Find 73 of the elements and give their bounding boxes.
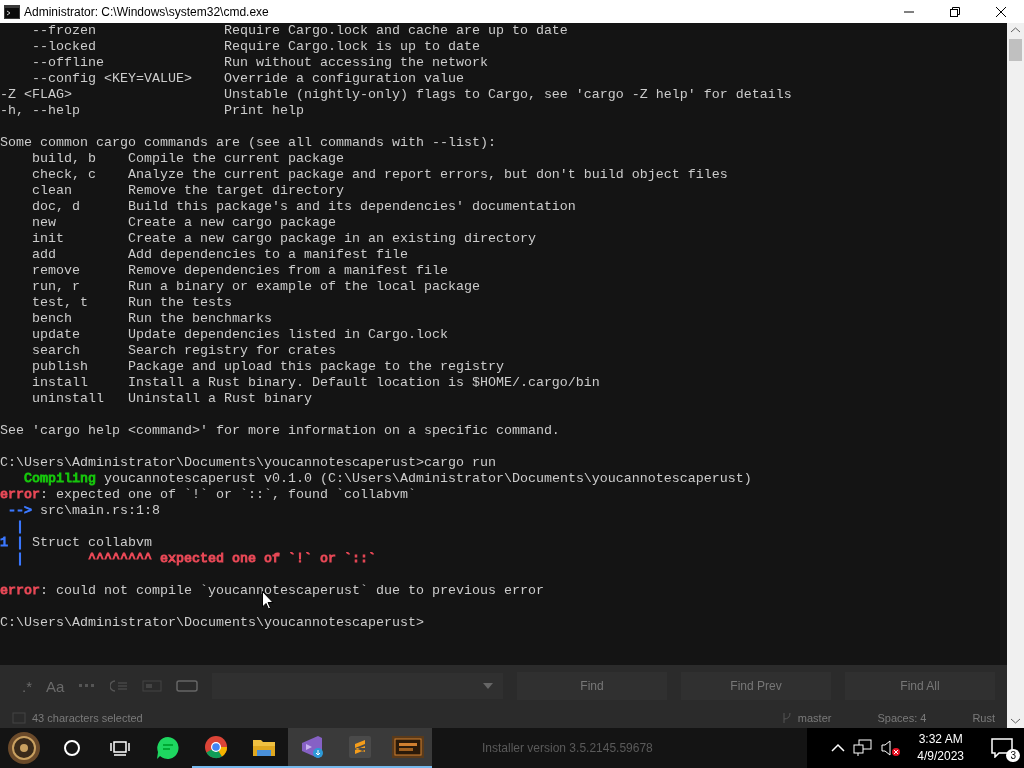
volume-muted-icon[interactable] bbox=[881, 739, 902, 757]
terminal-line: 1 | Struct collabvm bbox=[0, 535, 153, 551]
terminal-line: -h, --help Print help bbox=[0, 103, 305, 119]
terminal-line: publish Package and upload this package to the registry bbox=[31, 359, 505, 375]
syntax-status[interactable]: Rust bbox=[972, 711, 995, 724]
scroll-thumb[interactable] bbox=[1009, 39, 1022, 61]
message-icon bbox=[991, 738, 1013, 758]
terminal-line: Compiling youcannotescaperust v0.1.0 (C:\Users\Administrator\Documents\youcannotescaperust) bbox=[23, 471, 753, 487]
terminal-line: Some common cargo commands are (see all commands with --list): bbox=[0, 135, 497, 151]
terminal-line: install Install a Rust binary. Default location is $HOME/.cargo/bin bbox=[31, 375, 601, 391]
game-icon bbox=[391, 735, 425, 759]
terminal-line: error: expected one of `!` or `::`, found `collabvm` bbox=[0, 487, 417, 503]
find-button[interactable]: Find Prev bbox=[681, 672, 831, 700]
find-button[interactable]: Find bbox=[517, 672, 667, 700]
terminal-line: uninstall Uninstall a Rust binary bbox=[31, 391, 313, 407]
terminal-line: add Add dependencies to a manifest file bbox=[31, 247, 409, 263]
find-button[interactable]: Find All bbox=[845, 672, 995, 700]
folder-icon bbox=[252, 737, 276, 757]
terminal-line: C:\Users\Administrator\Documents\youcannotescaperust> bbox=[0, 615, 425, 631]
taskbar-button[interactable] bbox=[384, 728, 432, 768]
chat-bubble-icon bbox=[156, 736, 180, 760]
highlight-icon[interactable] bbox=[176, 680, 199, 692]
terminal-line: check, c Analyze the current package and report errors, but don't build object files bbox=[31, 167, 729, 183]
text-editor-icon bbox=[348, 735, 372, 759]
clock[interactable]: 3:32 AM 4/9/2023 bbox=[909, 731, 972, 765]
clock-time: 3:32 AM bbox=[918, 731, 963, 748]
terminal-line: See 'cargo help <command>' for more information on a specific command. bbox=[0, 423, 561, 439]
installer-version-text: Installer version 3.5.2145.59678 bbox=[482, 741, 653, 755]
editor-icon bbox=[300, 735, 324, 759]
find-input-field[interactable] bbox=[212, 673, 503, 699]
notification-center-button[interactable]: 3 bbox=[980, 728, 1024, 768]
chevron-up-icon[interactable] bbox=[831, 743, 846, 753]
terminal-line: --> src\main.rs:1:8 bbox=[7, 503, 161, 519]
terminal-line: error: could not compile `youcannotescaperust` due to previous error bbox=[0, 583, 545, 599]
search-icon bbox=[63, 739, 81, 757]
clock-date: 4/9/2023 bbox=[917, 748, 964, 765]
terminal-line: C:\Users\Administrator\Documents\youcannotescaperust>cargo run bbox=[0, 455, 497, 471]
regex-toggle[interactable]: .* bbox=[22, 677, 32, 695]
terminal-line: remove Remove dependencies from a manifest file bbox=[31, 263, 449, 279]
terminal-line: -Z <FLAG> Unstable (nightly-only) flags to Cargo, see 'cargo -Z help' for details bbox=[0, 87, 793, 103]
terminal-line: init Create a new cargo package in an existing directory bbox=[31, 231, 537, 247]
terminal-line: --frozen Require Cargo.lock and cache are up to date bbox=[31, 23, 569, 39]
terminal-line: clean Remove the target directory bbox=[31, 183, 345, 199]
restore-icon bbox=[949, 5, 961, 18]
dropdown-icon[interactable] bbox=[483, 683, 493, 689]
branch-icon[interactable] bbox=[781, 711, 792, 724]
taskbar-button[interactable] bbox=[288, 728, 336, 768]
network-icon[interactable] bbox=[853, 739, 874, 757]
terminal-line: run, r Run a binary or example of the local package bbox=[31, 279, 481, 295]
terminal-line: | bbox=[15, 519, 25, 535]
scrollbar[interactable] bbox=[1007, 23, 1024, 728]
terminal-line: test, t Run the tests bbox=[31, 295, 233, 311]
terminal-line: build, b Compile the current package bbox=[31, 151, 345, 167]
wrap-icon[interactable] bbox=[110, 680, 129, 692]
terminal-line: | ^^^^^^^^ expected one of `!` or `::` bbox=[15, 551, 377, 567]
browser-icon bbox=[204, 735, 228, 759]
indentation-status[interactable]: Spaces: 4 bbox=[877, 711, 927, 724]
task-view-icon bbox=[110, 739, 130, 757]
close-icon bbox=[995, 5, 1007, 18]
notification-count: 3 bbox=[1006, 749, 1020, 762]
selection-status: 43 characters selected bbox=[32, 711, 143, 724]
terminal-line: --config <KEY=VALUE> Override a configuration value bbox=[31, 71, 465, 87]
branch-status[interactable]: master bbox=[797, 711, 832, 724]
terminal-line: update Update dependencies listed in Cargo.lock bbox=[31, 327, 449, 343]
case-toggle[interactable]: Aa bbox=[46, 677, 65, 695]
terminal-line: --locked Require Cargo.lock is up to date bbox=[31, 39, 481, 55]
window-title: Administrator: C:\Windows\system32\cmd.exe bbox=[24, 4, 269, 19]
terminal-line: search Search registry for crates bbox=[31, 343, 337, 359]
terminal-line: doc, d Build this package's and its dependencies' documentation bbox=[31, 199, 577, 215]
terminal-line: --offline Run without accessing the network bbox=[31, 55, 489, 71]
terminal-icon bbox=[4, 4, 20, 19]
terminal-line: new Create a new cargo package bbox=[31, 215, 337, 231]
terminal-line: bench Run the benchmarks bbox=[31, 311, 273, 327]
